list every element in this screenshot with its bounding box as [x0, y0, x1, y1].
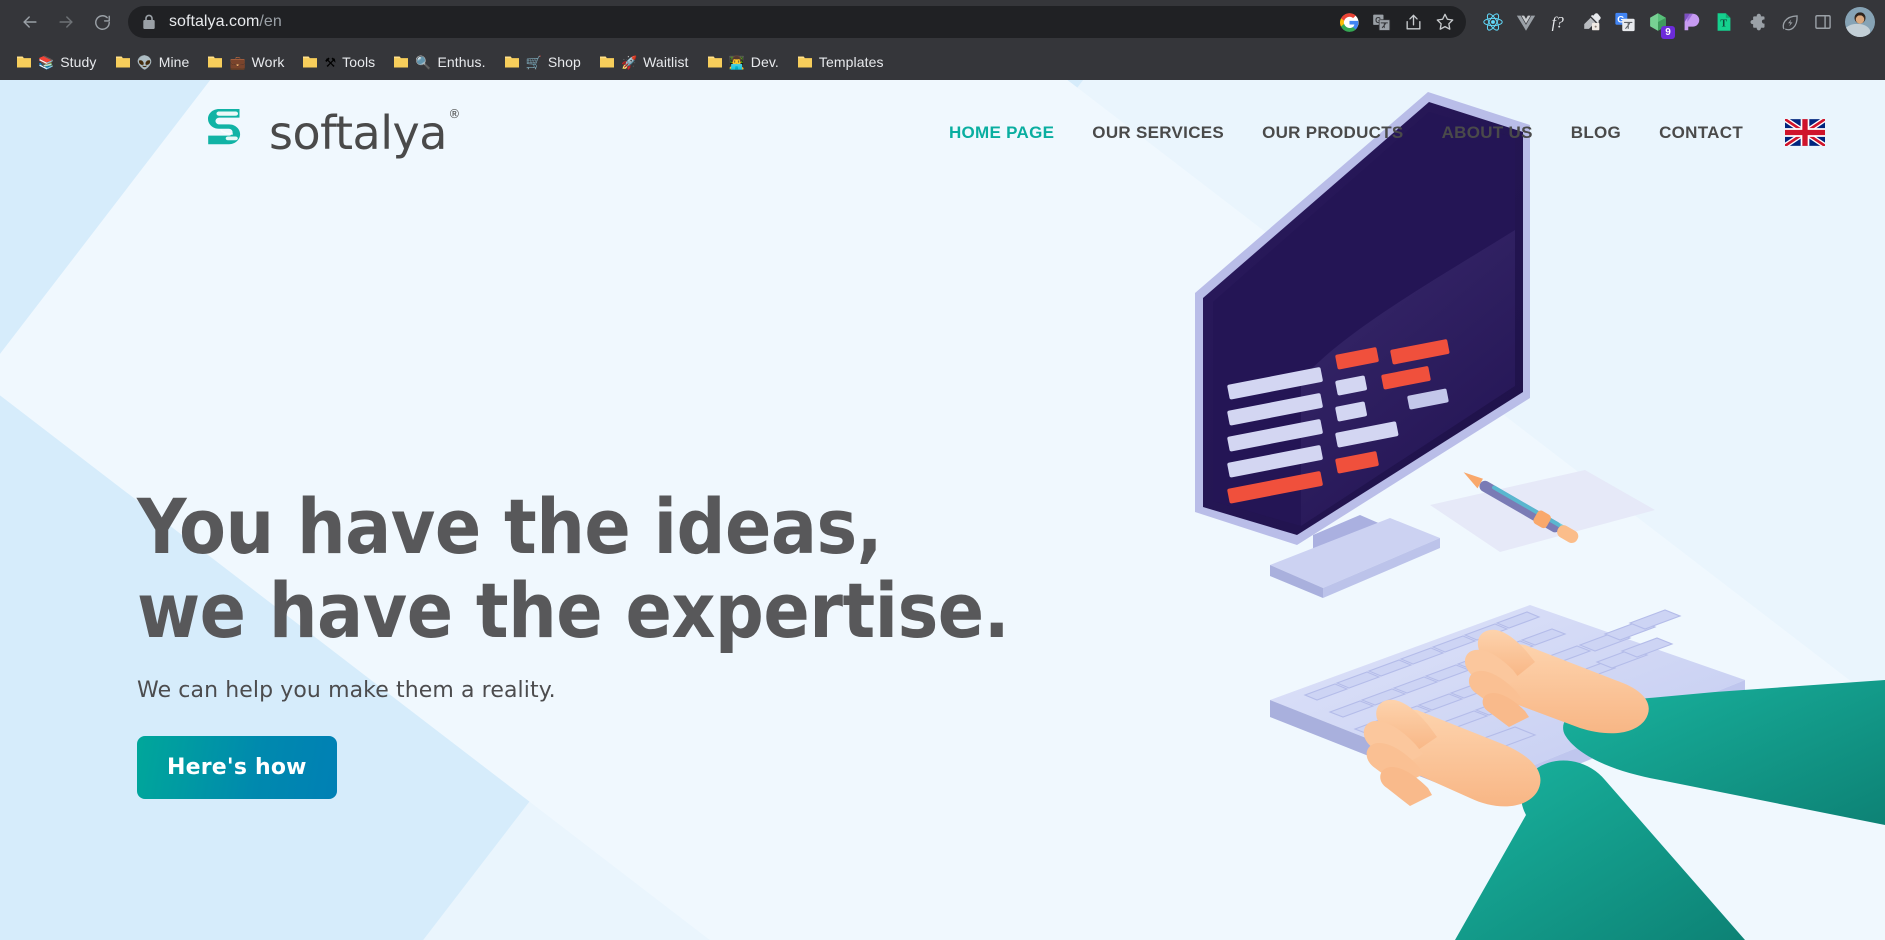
bookmark-work[interactable]: 💼 Work — [199, 50, 292, 74]
react-devtools-icon[interactable] — [1478, 7, 1508, 37]
leaf-extension-icon[interactable] — [1775, 7, 1805, 37]
folder-icon — [115, 55, 131, 69]
bookmark-emoji: 🛒 — [525, 54, 542, 70]
browser-toolbar: softalya.com/en G f? G 9 T — [0, 0, 1885, 44]
main-navigation: HOME PAGE OUR SERVICES OUR PRODUCTS ABOU… — [949, 116, 1827, 149]
vue-devtools-icon[interactable] — [1511, 7, 1541, 37]
site-header: softalya ® HOME PAGE OUR SERVICES OUR PRO… — [0, 80, 1885, 185]
wappalyzer-icon[interactable]: f? — [1544, 7, 1574, 37]
bookmark-emoji: ⚒ — [324, 54, 337, 70]
nav-item-our-products[interactable]: OUR PRODUCTS — [1262, 123, 1404, 143]
extension-icons: f? G 9 T — [1474, 7, 1875, 39]
nav-item-contact[interactable]: CONTACT — [1659, 123, 1743, 143]
nav-item-blog[interactable]: BLOG — [1571, 123, 1621, 143]
share-icon[interactable] — [1398, 7, 1428, 37]
url-domain: softalya.com — [169, 13, 260, 30]
bookmark-dev[interactable]: 👨‍💻 Dev. — [699, 50, 787, 74]
uk-flag-icon[interactable] — [1783, 116, 1827, 149]
folder-icon — [707, 55, 723, 69]
cube-extension-icon[interactable]: 9 — [1643, 7, 1675, 39]
purple-extension-icon[interactable] — [1676, 7, 1706, 37]
bookmark-emoji: 💼 — [229, 54, 246, 70]
svg-text:T: T — [1720, 19, 1727, 30]
url-path: /en — [259, 13, 282, 30]
svg-text:f?: f? — [1552, 15, 1564, 32]
folder-icon — [16, 55, 32, 69]
bookmark-label: Templates — [818, 54, 884, 70]
puzzle-extensions-icon[interactable] — [1742, 7, 1772, 37]
folder-icon — [207, 55, 223, 69]
bookmark-label: Dev. — [750, 54, 779, 70]
back-button[interactable] — [14, 6, 46, 38]
bookmark-label: Shop — [547, 54, 581, 70]
folder-icon — [504, 55, 520, 69]
hero-section: You have the ideas, we have the expertis… — [0, 185, 1885, 800]
bookmark-label: Work — [251, 54, 285, 70]
address-bar[interactable]: softalya.com/en G — [128, 6, 1466, 38]
bookmarks-bar: 📚 Study 👽 Mine 💼 Work ⚒ Tools 🔍 Enthus. … — [0, 44, 1885, 80]
bookmark-enthus[interactable]: 🔍 Enthus. — [385, 50, 493, 74]
reload-button[interactable] — [86, 6, 118, 38]
bookmark-emoji: 🚀 — [620, 54, 638, 70]
bookmark-templates[interactable]: Templates — [789, 50, 892, 74]
nav-item-about-us[interactable]: ABOUT US — [1442, 123, 1533, 143]
bookmark-label: Enthus. — [437, 54, 486, 70]
profile-avatar[interactable] — [1845, 7, 1875, 37]
google-search-icon[interactable] — [1334, 7, 1364, 37]
text-document-icon[interactable]: T — [1709, 7, 1739, 37]
hero-title-line-2: we have the expertise. — [137, 565, 1010, 655]
bookmark-label: Waitlist — [643, 54, 689, 70]
browser-window: softalya.com/en G f? G 9 T 📚 Study 👽 Min… — [0, 0, 1885, 940]
bookmark-label: Mine — [158, 54, 190, 70]
extension-badge-count: 9 — [1661, 26, 1675, 39]
bookmark-waitlist[interactable]: 🚀 Waitlist — [591, 50, 697, 74]
site-wordmark: softalya ® — [269, 105, 460, 160]
nav-item-home-page[interactable]: HOME PAGE — [949, 123, 1054, 143]
softalya-s-mark-icon — [205, 107, 255, 159]
navigation-buttons — [10, 6, 118, 38]
bookmark-star-icon[interactable] — [1430, 7, 1460, 37]
color-picker-icon[interactable] — [1577, 7, 1607, 37]
bookmark-emoji: 🔍 — [415, 54, 432, 70]
forward-button[interactable] — [50, 6, 82, 38]
bookmark-mine[interactable]: 👽 Mine — [107, 50, 198, 74]
bookmark-emoji: 👨‍💻 — [728, 54, 745, 70]
registered-mark: ® — [448, 106, 460, 121]
url-text: softalya.com/en — [169, 13, 282, 31]
page-viewport: softalya ® HOME PAGE OUR SERVICES OUR PRO… — [0, 80, 1885, 940]
bookmark-emoji: 📚 — [38, 54, 55, 70]
google-translate-icon[interactable]: G — [1610, 7, 1640, 37]
heres-how-cta-button[interactable]: Here's how — [137, 736, 337, 800]
translate-icon[interactable]: G — [1366, 7, 1396, 37]
bookmark-emoji: 👽 — [136, 54, 153, 70]
hero-title-line-1: You have the ideas, — [137, 482, 883, 571]
nav-item-our-services[interactable]: OUR SERVICES — [1092, 123, 1224, 143]
bookmark-tools[interactable]: ⚒ Tools — [294, 50, 383, 74]
folder-icon — [797, 55, 813, 69]
bookmark-study[interactable]: 📚 Study — [8, 50, 105, 74]
folder-icon — [393, 55, 409, 69]
bookmark-label: Tools — [342, 54, 376, 70]
folder-icon — [302, 55, 318, 69]
bookmark-label: Study — [60, 54, 97, 70]
bookmark-shop[interactable]: 🛒 Shop — [496, 50, 589, 74]
omnibox-actions: G — [1334, 7, 1460, 37]
folder-icon — [599, 55, 615, 69]
lock-icon[interactable] — [142, 14, 156, 30]
site-logo[interactable]: softalya ® — [205, 105, 460, 160]
side-panel-icon[interactable] — [1808, 7, 1838, 37]
hero-subtitle: We can help you make them a reality. — [137, 678, 556, 704]
